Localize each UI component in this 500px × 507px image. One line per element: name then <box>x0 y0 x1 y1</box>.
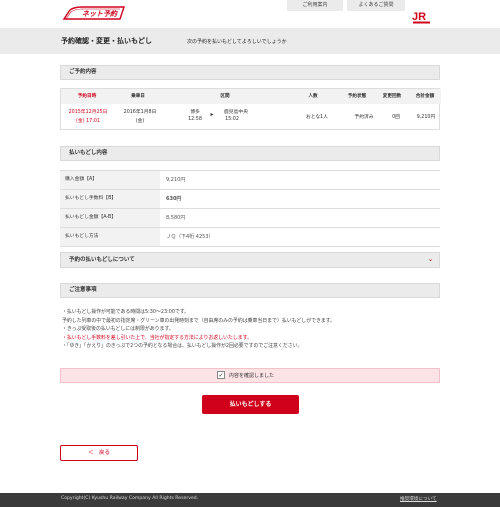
changes: 0回 <box>392 115 400 120</box>
col-boarding-date: 乗車日 <box>113 89 163 104</box>
passengers: おとな1人 <box>305 115 329 120</box>
notice-line: ・きっぷ受取後の払いもどしには制限があります。 <box>62 326 174 332</box>
notice-line: ・払いもどし操作が可能である時間は5:30～23:00です。 <box>62 309 190 315</box>
to-station: 鹿児島中央 <box>224 110 248 115</box>
refund-row: 購入金額【A】 9,210円 <box>60 171 440 190</box>
col-reserved-date: 予約日時 <box>61 89 113 104</box>
refund-label: 払いもどし金額【A-B】 <box>60 209 160 227</box>
refund-row: 払いもどし手数料【B】 630円 <box>60 190 440 209</box>
accordion-label: 予約の払いもどしについて <box>69 257 135 263</box>
notice-line: ・「ゆき」「かえり」のきっぷで2つの予約となる場合は、払いもどし操作が2回必要で… <box>62 343 303 349</box>
col-status: 予約状態 <box>339 89 375 104</box>
refund-heading: 払いもどし内容 <box>60 146 440 161</box>
refund-row: 払いもどし方法 ＪＱ（下4桁 4253） <box>60 228 440 247</box>
col-total: 合計金額 <box>409 89 441 104</box>
notice-line-warning: ・払いもどし手数料を差し引いた上で、当社が指定する方法によりお返しいたします。 <box>62 334 252 341</box>
status: 予約済み <box>354 115 374 120</box>
refund-value: 8,580円 <box>166 215 186 221</box>
copyright: Copyright(C) Kyushu Railway Company All … <box>61 496 199 501</box>
refund-table: 購入金額【A】 9,210円 払いもどし手数料【B】 630円 払いもどし金額【… <box>60 170 440 247</box>
logo-text: ネット予約 <box>82 10 117 18</box>
reservation-table: 予約日時 乗車日 区間 人数 予約状態 変更回数 合計金額 2015年12月25… <box>60 88 441 130</box>
recommended-env-link[interactable]: 推奨環境について <box>400 496 437 502</box>
refund-value: 9,210円 <box>166 177 186 183</box>
faq-link[interactable]: よくあるご質問 <box>347 0 405 11</box>
confirm-label[interactable]: 内容を確認しました <box>229 372 274 379</box>
notice-line: 予約した列車の中で最初の指定席・グリーン車の出発時刻まで（自由席のみの予約は乗車… <box>62 317 336 324</box>
notice-heading: ご注意事項 <box>60 283 440 298</box>
page-subtitle: 次の予約を払いもどしてよろしいでしょうか <box>187 39 287 45</box>
refund-button[interactable]: 払いもどしする <box>202 395 299 414</box>
from-time: 12:58 <box>188 117 202 122</box>
reserved-time: (金) 17:01 <box>76 119 100 124</box>
jr-kyushu-logo: JR <box>412 11 430 24</box>
col-section: 区間 <box>163 89 287 104</box>
reservation-heading: ご予約内容 <box>60 65 440 80</box>
confirm-checkbox[interactable]: ✓ <box>217 371 225 379</box>
refund-fee-value: 630円 <box>166 196 182 202</box>
chevron-down-icon: ⌄ <box>427 256 433 263</box>
refund-label: 購入金額【A】 <box>60 171 160 189</box>
notice-list: ・払いもどし操作が可能である時間は5:30～23:00です。 予約した列車の中で… <box>62 308 440 351</box>
refund-label: 払いもどし手数料【B】 <box>60 190 160 208</box>
to-time: 15:02 <box>225 117 239 122</box>
reserved-date: 2015年12月25日 <box>68 110 108 115</box>
jr-logo-text: JR <box>412 11 426 23</box>
from-station: 博多 <box>190 110 200 115</box>
arrow-right-icon: ▸ <box>210 111 214 118</box>
refund-row: 払いもどし金額【A-B】 8,580円 <box>60 209 440 228</box>
refund-policy-accordion[interactable]: 予約の払いもどしについて ⌄ <box>60 252 440 268</box>
boarding-day: (金) <box>135 119 145 124</box>
refund-value: ＪＱ（下4桁 4253） <box>166 234 214 240</box>
col-changes: 変更回数 <box>375 89 409 104</box>
total-amount: 9,210円 <box>416 115 436 120</box>
page-title: 予約確認・変更・払いもどし <box>61 37 152 45</box>
back-button[interactable]: ＜ 戻る <box>60 445 138 461</box>
col-passengers: 人数 <box>287 89 339 104</box>
refund-label: 払いもどし方法 <box>60 228 160 246</box>
guide-link[interactable]: ご利用案内 <box>287 0 343 11</box>
boarding-date: 2016年1月8日 <box>123 110 157 115</box>
